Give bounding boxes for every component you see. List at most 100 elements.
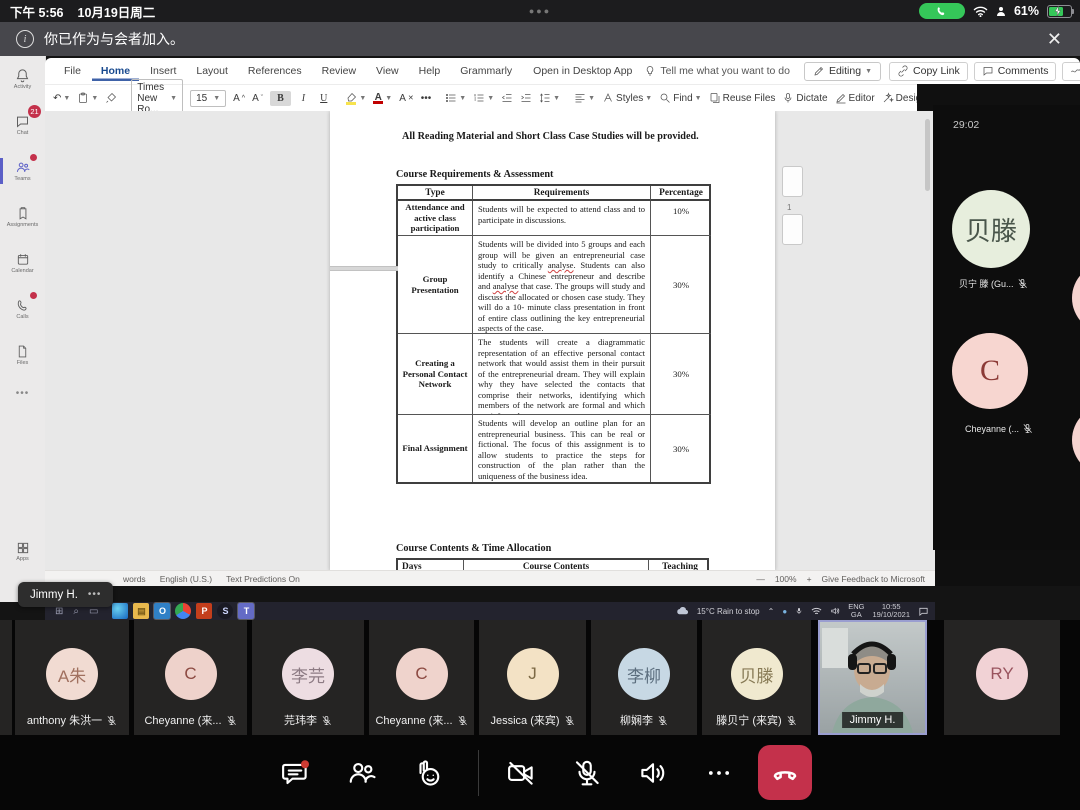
font-color-button[interactable]: A▼ <box>373 92 392 104</box>
tray-network-icon[interactable] <box>811 607 822 616</box>
sidebar-item-apps[interactable]: Apps <box>0 528 45 574</box>
format-painter-button[interactable] <box>105 92 117 104</box>
toolbar-overflow-button[interactable]: ••• <box>421 93 432 104</box>
participant-tile[interactable]: 贝滕 滕贝宁 (来宾) <box>702 620 811 735</box>
participant-tile[interactable]: A朱 anthony 朱洪一 <box>15 620 129 735</box>
tray-mic-icon[interactable] <box>795 606 803 616</box>
shrink-font-button[interactable]: Aˇ <box>252 93 263 104</box>
explorer-taskbar-icon[interactable]: ▤ <box>133 603 149 619</box>
tray-expand-icon[interactable]: ⌃ <box>768 607 775 616</box>
line-spacing-button[interactable]: ▼ <box>539 92 560 104</box>
tab-view[interactable]: View <box>367 61 408 81</box>
more-options-button[interactable] <box>697 751 741 795</box>
increase-indent-button[interactable] <box>520 92 532 104</box>
comment-marker[interactable] <box>782 214 803 245</box>
outlook-taskbar-icon[interactable]: O <box>154 603 170 619</box>
search-icon[interactable]: ⌕ <box>73 606 79 617</box>
tab-review[interactable]: Review <box>313 61 365 81</box>
presenter-name-pill[interactable]: Jimmy H. ••• <box>18 582 113 607</box>
document-page[interactable]: All Reading Material and Short Class Cas… <box>330 111 775 571</box>
mic-off-button[interactable] <box>565 751 609 795</box>
tray-volume-icon[interactable] <box>830 606 840 616</box>
action-center-icon[interactable] <box>918 606 929 617</box>
participant-tile[interactable]: C Cheyanne (来... <box>134 620 247 735</box>
zoom-level[interactable]: 100% <box>775 574 797 584</box>
editing-mode-dropdown[interactable]: Editing ▼ <box>804 62 881 81</box>
paste-button[interactable]: ▼ <box>77 92 98 104</box>
vertical-scrollbar[interactable] <box>925 119 930 191</box>
start-button[interactable]: ⊞ <box>55 606 63 617</box>
reuse-files-button[interactable]: Reuse Files <box>709 92 776 104</box>
align-button[interactable]: ▼ <box>574 92 595 104</box>
participant-tile[interactable]: 李芫 芫玮李 <box>252 620 364 735</box>
zoom-out-button[interactable]: — <box>756 574 765 584</box>
dictate-button[interactable]: Dictate <box>782 92 827 104</box>
italic-button[interactable]: I <box>298 91 309 106</box>
presenter-more-button[interactable]: ••• <box>88 589 102 600</box>
comment-marker[interactable] <box>782 166 803 197</box>
hang-up-button[interactable] <box>758 745 812 800</box>
taskbar-clock[interactable]: 10:55 19/10/2021 <box>872 603 910 620</box>
battery-icon <box>1047 5 1072 18</box>
teams-taskbar-icon[interactable]: T <box>238 603 254 619</box>
sidebar-item-calendar[interactable]: Calendar <box>0 240 45 286</box>
participant-tile-video[interactable]: Jimmy H. <box>818 620 927 735</box>
text-predictions-status[interactable]: Text Predictions On <box>226 574 300 584</box>
comments-button[interactable]: Comments <box>974 62 1057 81</box>
reactions-button[interactable] <box>406 751 450 795</box>
word-count[interactable]: words <box>123 574 146 584</box>
font-size-select[interactable]: 15▼ <box>190 90 226 107</box>
participant-tile[interactable]: RY <box>944 620 1060 735</box>
find-button[interactable]: Find▼ <box>659 92 701 104</box>
language-status[interactable]: English (U.S.) <box>160 574 212 584</box>
participant-tile[interactable]: J Jessica (来宾) <box>479 620 586 735</box>
zoom-in-button[interactable]: + <box>807 574 812 584</box>
decrease-indent-button[interactable] <box>501 92 513 104</box>
tray-app-icon[interactable]: ● <box>782 607 787 616</box>
powerpoint-taskbar-icon[interactable]: P <box>196 603 212 619</box>
language-indicator[interactable]: ENG GA <box>848 603 864 620</box>
chat-button[interactable] <box>273 751 317 795</box>
underline-button[interactable]: U <box>316 91 331 106</box>
bold-button[interactable]: B <box>270 91 291 106</box>
numbering-button[interactable]: ▼ <box>473 92 494 104</box>
sidebar-item-activity[interactable]: Activity <box>0 56 45 102</box>
rail-more-button[interactable]: ••• <box>0 378 45 408</box>
open-in-desktop-button[interactable]: Open in Desktop App <box>523 61 642 81</box>
catch-up-button[interactable]: Catch up <box>1062 62 1080 81</box>
edge-taskbar-icon[interactable] <box>112 603 128 619</box>
tab-file[interactable]: File <box>55 61 90 81</box>
sidebar-item-files[interactable]: Files <box>0 332 45 378</box>
camera-off-button[interactable] <box>499 751 543 795</box>
weather-text[interactable]: 15°C Rain to stop <box>697 607 760 616</box>
tab-help[interactable]: Help <box>410 61 450 81</box>
skype-taskbar-icon[interactable]: S <box>217 603 233 619</box>
chrome-taskbar-icon[interactable] <box>175 603 191 619</box>
feedback-link[interactable]: Give Feedback to Microsoft <box>822 574 925 584</box>
sidebar-item-calls[interactable]: Calls <box>0 286 45 332</box>
clear-formatting-button[interactable]: A✕ <box>399 93 414 104</box>
banner-close-icon[interactable]: ✕ <box>1047 29 1062 50</box>
undo-button[interactable]: ↶▼ <box>53 93 70 104</box>
speaker-button[interactable] <box>631 751 675 795</box>
styles-button[interactable]: Styles▼ <box>602 92 652 104</box>
editor-button[interactable]: Editor <box>835 92 875 104</box>
highlight-color-button[interactable]: ▼ <box>345 92 366 105</box>
tab-references[interactable]: References <box>239 61 311 81</box>
bullets-button[interactable]: ▼ <box>445 92 466 104</box>
participants-button[interactable] <box>340 751 384 795</box>
sidebar-item-teams[interactable]: Teams <box>0 148 45 194</box>
editor-pen-icon <box>835 92 847 104</box>
participant-tile[interactable]: C Cheyanne (来... <box>369 620 474 735</box>
table-cell-requirements: Students will be divided into 5 groups a… <box>473 236 651 334</box>
sidebar-item-chat[interactable]: 21 Chat <box>0 102 45 148</box>
grow-font-button[interactable]: A^ <box>233 93 245 104</box>
sidebar-item-assignments[interactable]: Assignments <box>0 194 45 240</box>
tab-grammarly[interactable]: Grammarly <box>451 61 521 81</box>
active-call-pill[interactable] <box>919 3 965 19</box>
participant-tile[interactable]: 李柳 柳娴李 <box>591 620 697 735</box>
copy-link-button[interactable]: Copy Link <box>889 62 968 81</box>
tab-layout[interactable]: Layout <box>187 61 237 81</box>
tell-me-box[interactable]: Tell me what you want to do <box>644 65 790 77</box>
task-view-icon[interactable]: ▭ <box>89 606 98 617</box>
